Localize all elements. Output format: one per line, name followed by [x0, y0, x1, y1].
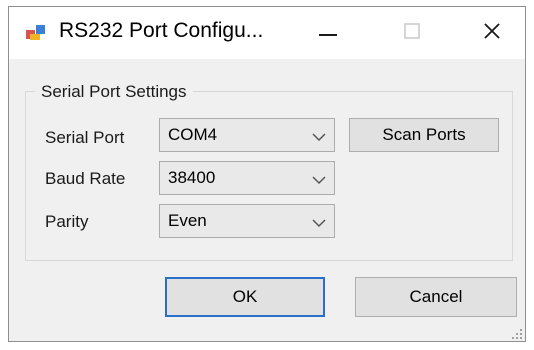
maximize-icon — [404, 22, 420, 44]
parity-value: Even — [168, 211, 207, 230]
cancel-button[interactable]: Cancel — [355, 277, 517, 317]
title-bar: RS232 Port Configu... — [9, 7, 525, 59]
baud-rate-select[interactable]: 38400 — [159, 161, 335, 195]
chevron-down-icon — [312, 172, 326, 185]
minimize-icon — [319, 24, 337, 42]
baud-rate-value: 38400 — [168, 168, 216, 187]
serial-app-icon — [25, 22, 47, 42]
window-title: RS232 Port Configu... — [59, 19, 264, 42]
parity-select[interactable]: Even — [159, 204, 335, 238]
ok-button[interactable]: OK — [165, 277, 325, 317]
dialog-window: RS232 Port Configu... Serial Port Settin… — [8, 6, 526, 342]
group-legend: Serial Port Settings — [35, 82, 193, 102]
serial-port-value: COM4 — [168, 125, 218, 144]
parity-label: Parity — [45, 212, 89, 231]
close-icon — [483, 22, 501, 45]
chevron-down-icon — [312, 215, 326, 228]
close-button[interactable] — [463, 7, 521, 59]
serial-port-label: Serial Port — [45, 128, 125, 147]
baud-rate-label: Baud Rate — [45, 169, 126, 188]
chevron-down-icon — [312, 129, 326, 142]
minimize-button[interactable] — [299, 7, 357, 59]
serial-port-select[interactable]: COM4 — [159, 118, 335, 152]
maximize-button[interactable] — [383, 7, 441, 59]
scan-ports-button[interactable]: Scan Ports — [349, 118, 499, 152]
resize-grip-icon[interactable] — [511, 327, 523, 339]
